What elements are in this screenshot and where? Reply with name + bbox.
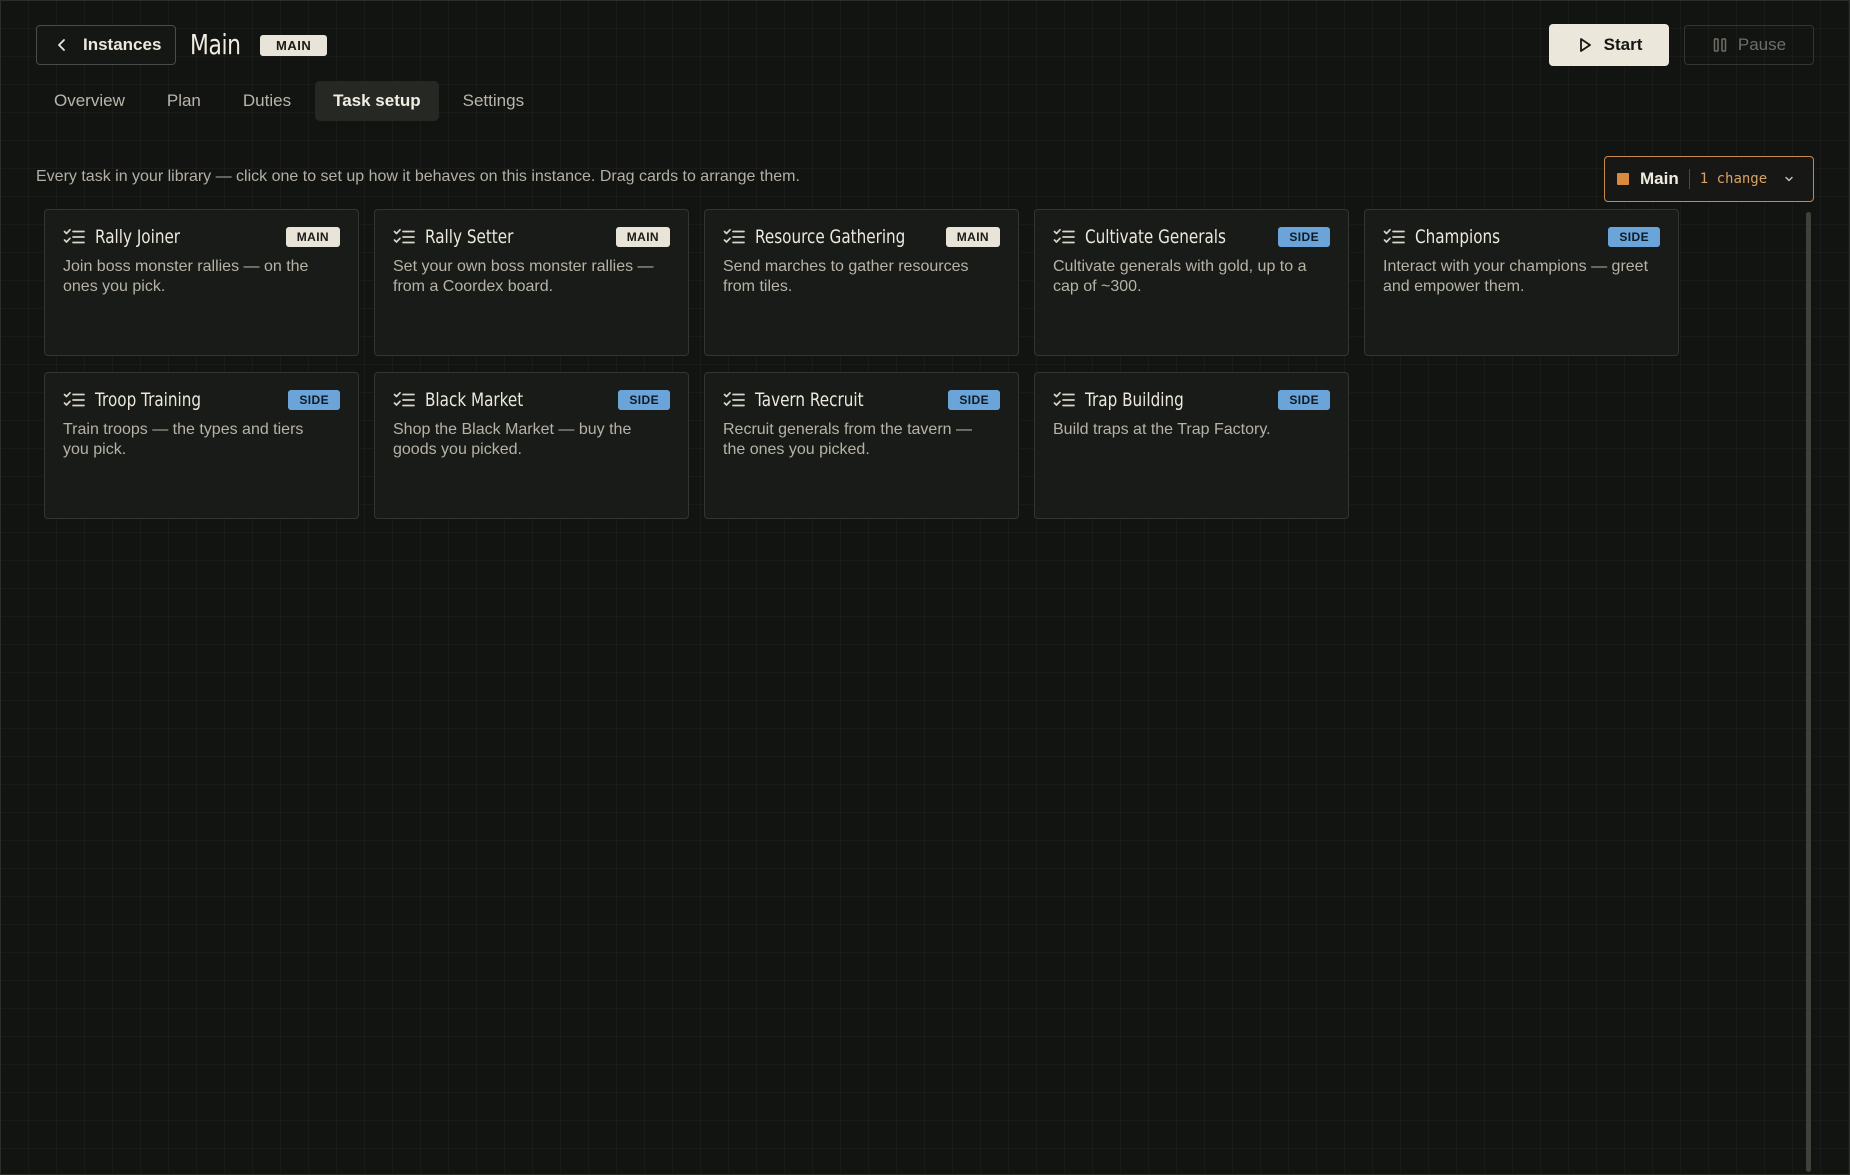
tab-duties[interactable]: Duties bbox=[225, 81, 309, 121]
task-card-description: Train troops — the types and tiers you p… bbox=[63, 421, 304, 458]
task-card-trap-building[interactable]: Trap Building SIDE Build traps at the Tr… bbox=[1034, 372, 1349, 519]
checklist-icon bbox=[723, 391, 745, 407]
checklist-icon bbox=[1053, 391, 1075, 407]
chevron-down-icon bbox=[1785, 176, 1793, 182]
instance-type-badge: MAIN bbox=[260, 35, 328, 56]
task-card-badge: SIDE bbox=[288, 390, 340, 410]
task-card-title: Resource Gathering bbox=[755, 226, 906, 248]
task-library-hint: Every task in your library — click one t… bbox=[36, 168, 800, 185]
task-card-badge: SIDE bbox=[948, 390, 1000, 410]
task-card-title: Troop Training bbox=[95, 389, 202, 411]
chevron-left-icon bbox=[58, 39, 65, 51]
tab-task-setup[interactable]: Task setup bbox=[315, 81, 439, 121]
task-card-rally-setter[interactable]: Rally Setter MAIN Set your own boss mons… bbox=[374, 209, 689, 356]
task-card-cultivate-generals[interactable]: Cultivate Generals SIDE Cultivate genera… bbox=[1034, 209, 1349, 356]
profile-selector[interactable]: Main 1 change bbox=[1604, 156, 1814, 202]
task-card-title: Rally Joiner bbox=[95, 226, 181, 248]
tab-bar: Overview Plan Duties Task setup Settings bbox=[36, 81, 542, 121]
task-card-black-market[interactable]: Black Market SIDE Shop the Black Market … bbox=[374, 372, 689, 519]
task-card-description: Cultivate generals with gold, up to a ca… bbox=[1053, 258, 1307, 295]
start-button[interactable]: Start bbox=[1549, 24, 1669, 66]
page-title: Main bbox=[190, 28, 241, 61]
task-card-description: Build traps at the Trap Factory. bbox=[1053, 421, 1271, 438]
profile-change-count: 1 change bbox=[1699, 171, 1768, 187]
task-card-badge: MAIN bbox=[945, 227, 1000, 247]
task-card-description: Join boss monster rallies — on the ones … bbox=[63, 258, 309, 295]
task-card-description: Interact with your champions — greet and… bbox=[1383, 258, 1649, 295]
profile-name: Main bbox=[1640, 169, 1679, 188]
task-card-rally-joiner[interactable]: Rally Joiner MAIN Join boss monster rall… bbox=[44, 209, 359, 356]
task-card-tavern-recruit[interactable]: Tavern Recruit SIDE Recruit generals fro… bbox=[704, 372, 1019, 519]
task-card-champions[interactable]: Champions SIDE Interact with your champi… bbox=[1364, 209, 1679, 356]
task-card-title: Cultivate Generals bbox=[1085, 226, 1226, 248]
task-card-title: Tavern Recruit bbox=[755, 389, 864, 411]
checklist-icon bbox=[1053, 228, 1075, 244]
checklist-icon bbox=[723, 228, 745, 244]
start-button-label: Start bbox=[1603, 35, 1643, 54]
task-card-badge: MAIN bbox=[285, 227, 340, 247]
task-card-title: Champions bbox=[1415, 226, 1501, 248]
task-card-title: Trap Building bbox=[1085, 389, 1184, 411]
task-card-title: Black Market bbox=[425, 389, 524, 411]
task-card-grid: Rally Joiner MAIN Join boss monster rall… bbox=[44, 209, 1679, 519]
checklist-icon bbox=[63, 228, 85, 244]
task-card-badge: SIDE bbox=[1608, 227, 1660, 247]
task-card-title: Rally Setter bbox=[425, 226, 514, 248]
task-card-description: Set your own boss monster rallies — from… bbox=[393, 258, 654, 295]
back-to-instances-button[interactable]: Instances bbox=[36, 25, 176, 65]
profile-divider bbox=[1688, 169, 1690, 189]
play-icon bbox=[1579, 38, 1591, 52]
task-card-badge: SIDE bbox=[1278, 227, 1330, 247]
task-card-description: Recruit generals from the tavern — the o… bbox=[723, 421, 972, 458]
checklist-icon bbox=[393, 228, 415, 244]
pause-button-label: Pause bbox=[1737, 35, 1787, 54]
task-card-badge: SIDE bbox=[1278, 390, 1330, 410]
back-button-label: Instances bbox=[83, 35, 162, 54]
scrollbar[interactable] bbox=[1806, 212, 1811, 1172]
task-card-description: Shop the Black Market — buy the goods yo… bbox=[393, 421, 632, 458]
tab-settings[interactable]: Settings bbox=[445, 81, 542, 121]
task-card-badge: SIDE bbox=[618, 390, 670, 410]
profile-color-swatch bbox=[1617, 173, 1629, 185]
checklist-icon bbox=[63, 391, 85, 407]
task-card-resource-gathering[interactable]: Resource Gathering MAIN Send marches to … bbox=[704, 209, 1019, 356]
pause-icon bbox=[1713, 38, 1727, 52]
checklist-icon bbox=[1383, 228, 1405, 244]
task-card-troop-training[interactable]: Troop Training SIDE Train troops — the t… bbox=[44, 372, 359, 519]
task-card-badge: MAIN bbox=[615, 227, 670, 247]
checklist-icon bbox=[393, 391, 415, 407]
pause-button[interactable]: Pause bbox=[1684, 25, 1814, 65]
task-card-description: Send marches to gather resources from ti… bbox=[723, 258, 969, 295]
tab-plan[interactable]: Plan bbox=[149, 81, 219, 121]
tab-overview[interactable]: Overview bbox=[36, 81, 143, 121]
